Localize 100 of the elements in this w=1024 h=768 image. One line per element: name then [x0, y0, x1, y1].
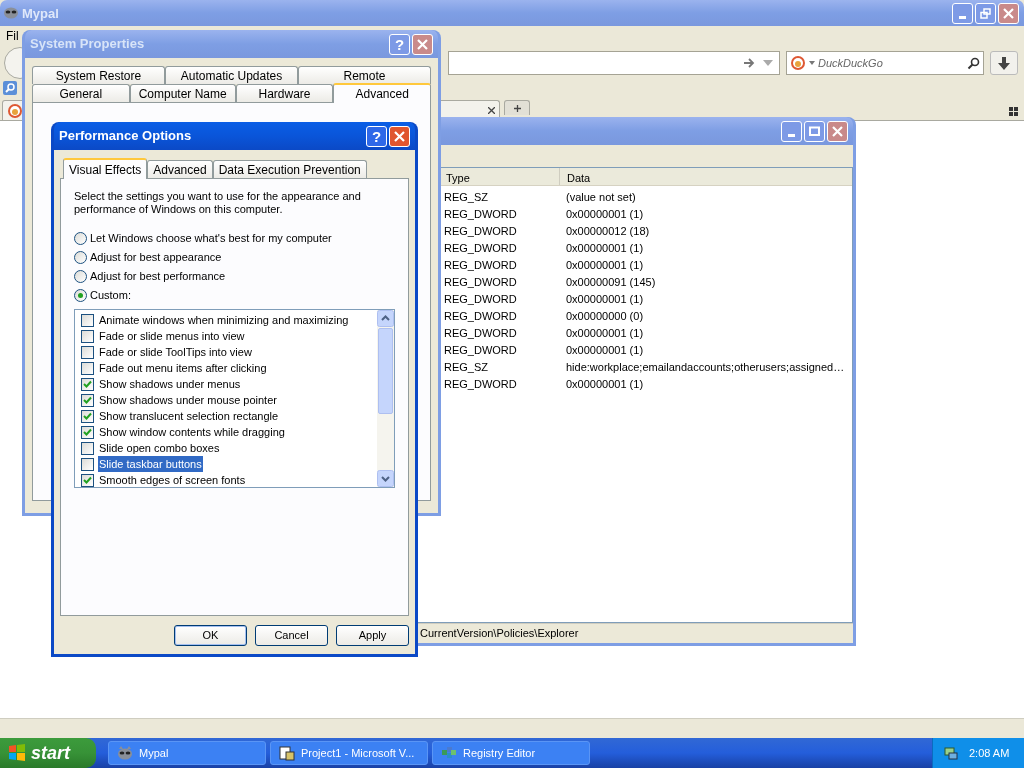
- taskbar-button[interactable]: Project1 - Microsoft V...: [270, 741, 428, 765]
- minimize-button[interactable]: [952, 2, 973, 24]
- checkbox[interactable]: [81, 457, 94, 471]
- table-cell-text: 0x00000001 (1): [565, 292, 644, 308]
- new-tab-button[interactable]: [504, 100, 530, 115]
- tab[interactable]: System Restore: [32, 66, 165, 84]
- list-item[interactable]: Fade or slide ToolTips into view: [98, 343, 253, 361]
- table-cell-text: REG_DWORD: [444, 224, 518, 240]
- table-cell-text: 0x00000001 (1): [565, 377, 644, 393]
- tab[interactable]: Data Execution Prevention: [212, 160, 367, 178]
- minimize-button[interactable]: [781, 120, 802, 142]
- list-item[interactable]: Slide open combo boxes: [98, 439, 221, 457]
- application-icon: [279, 745, 295, 761]
- dialog-button[interactable]: OK: [174, 625, 247, 646]
- checkbox[interactable]: [81, 377, 94, 391]
- table-cell-text: REG_SZ: [444, 360, 489, 376]
- list-item[interactable]: Smooth edges of screen fonts: [98, 471, 247, 487]
- table-cell-text: REG_DWORD: [444, 292, 518, 308]
- dialog-button[interactable]: Cancel: [255, 625, 328, 646]
- checkbox[interactable]: [81, 425, 94, 439]
- table-cell-text: 0x00000001 (1): [565, 258, 644, 274]
- help-button[interactable]: ?: [366, 125, 387, 147]
- table-cell-text: REG_DWORD: [444, 343, 518, 359]
- description-text: Select the settings you want to use for the appearance and performance of Windows on this computer.: [74, 190, 362, 216]
- status-text: CurrentVersion\Policies\Explorer: [420, 626, 579, 642]
- address-field[interactable]: [448, 51, 780, 75]
- list-item[interactable]: Animate windows when minimizing and maximizing: [98, 311, 350, 329]
- close-icon: [832, 125, 843, 137]
- taskbar-button[interactable]: Mypal: [108, 741, 266, 765]
- checkbox[interactable]: [81, 329, 94, 343]
- radio-button[interactable]: [74, 232, 87, 245]
- close-icon: [417, 38, 428, 50]
- restore-button[interactable]: [975, 2, 996, 24]
- minimize-icon: [959, 15, 966, 19]
- table-cell-text: REG_DWORD: [444, 326, 518, 342]
- radio-label: Let Windows choose what's best for my computer: [90, 231, 332, 247]
- tab[interactable]: Remote: [298, 66, 431, 84]
- radio-button[interactable]: [74, 251, 87, 264]
- table-cell-text: 0x00000000 (0): [565, 309, 644, 325]
- download-button[interactable]: [990, 51, 1018, 75]
- tab[interactable]: Automatic Updates: [165, 66, 298, 84]
- list-item[interactable]: Show translucent selection rectangle: [98, 407, 280, 425]
- close-button[interactable]: [389, 125, 410, 147]
- maximize-button[interactable]: [804, 120, 825, 142]
- tab[interactable]: Advanced: [147, 160, 213, 178]
- checkbox[interactable]: [81, 361, 94, 375]
- checkbox[interactable]: [81, 345, 94, 359]
- column-header[interactable]: Data: [560, 168, 852, 185]
- table-cell-text: REG_DWORD: [444, 377, 518, 393]
- tab[interactable]: Hardware: [235, 84, 334, 102]
- checkbox[interactable]: [81, 409, 94, 423]
- list-item[interactable]: Show shadows under mouse pointer: [98, 391, 278, 409]
- close-button[interactable]: [412, 33, 433, 55]
- search-field[interactable]: DuckDuckGo: [786, 51, 984, 75]
- dropdown-icon: [763, 60, 773, 66]
- windows-logo-icon: [8, 744, 26, 762]
- close-icon: [394, 130, 405, 142]
- scroll-thumb[interactable]: [378, 328, 393, 414]
- radio-button[interactable]: [74, 289, 87, 302]
- tab[interactable]: Computer Name: [129, 84, 236, 102]
- list-item[interactable]: Slide taskbar buttons: [98, 455, 203, 473]
- tab[interactable]: Visual Effects: [63, 158, 148, 179]
- table-cell-text: 0x00000001 (1): [565, 241, 644, 257]
- close-button[interactable]: [998, 2, 1019, 24]
- dialog-button[interactable]: Apply: [336, 625, 409, 646]
- restore-icon: [980, 7, 991, 19]
- minimize-icon: [788, 133, 795, 137]
- table-cell-text: 0x00000001 (1): [565, 207, 644, 223]
- start-button[interactable]: start: [0, 738, 96, 768]
- tab[interactable]: General: [32, 84, 130, 102]
- list-item[interactable]: Show shadows under menus: [98, 375, 242, 393]
- table-cell-text: hide:workplace;emailandaccounts;otherusers;assigned…: [565, 360, 845, 376]
- tab[interactable]: Advanced: [333, 83, 431, 103]
- search-icon[interactable]: [3, 81, 17, 95]
- list-item[interactable]: Fade out menu items after clicking: [98, 359, 268, 377]
- scroll-up-icon[interactable]: [377, 310, 394, 327]
- checkbox[interactable]: [81, 313, 94, 327]
- close-button[interactable]: [827, 120, 848, 142]
- table-cell-text: REG_SZ: [444, 190, 489, 206]
- grid-icon[interactable]: [1009, 107, 1018, 116]
- list-item[interactable]: Fade or slide menus into view: [98, 327, 246, 345]
- table-cell-text: (value not set): [565, 190, 636, 206]
- radio-button[interactable]: [74, 270, 87, 283]
- column-header[interactable]: Type: [444, 168, 560, 185]
- checkbox[interactable]: [81, 393, 94, 407]
- checkbox[interactable]: [81, 441, 94, 455]
- window-title: Performance Options: [59, 127, 193, 146]
- taskbar-button[interactable]: Registry Editor: [432, 741, 590, 765]
- table-cell-text: 0x00000091 (145): [565, 275, 656, 291]
- search-input[interactable]: DuckDuckGo: [818, 54, 964, 72]
- close-icon[interactable]: [488, 107, 495, 114]
- checkbox[interactable]: [81, 473, 94, 487]
- network-icon[interactable]: [943, 745, 959, 761]
- table-cell-text: REG_DWORD: [444, 309, 518, 325]
- list-item[interactable]: Show window contents while dragging: [98, 423, 286, 441]
- radio-label: Adjust for best appearance: [90, 250, 222, 266]
- scrollbar[interactable]: [377, 310, 394, 487]
- menu-item[interactable]: Fil: [6, 27, 19, 45]
- table-cell-text: REG_DWORD: [444, 258, 518, 274]
- scroll-down-icon[interactable]: [377, 470, 394, 487]
